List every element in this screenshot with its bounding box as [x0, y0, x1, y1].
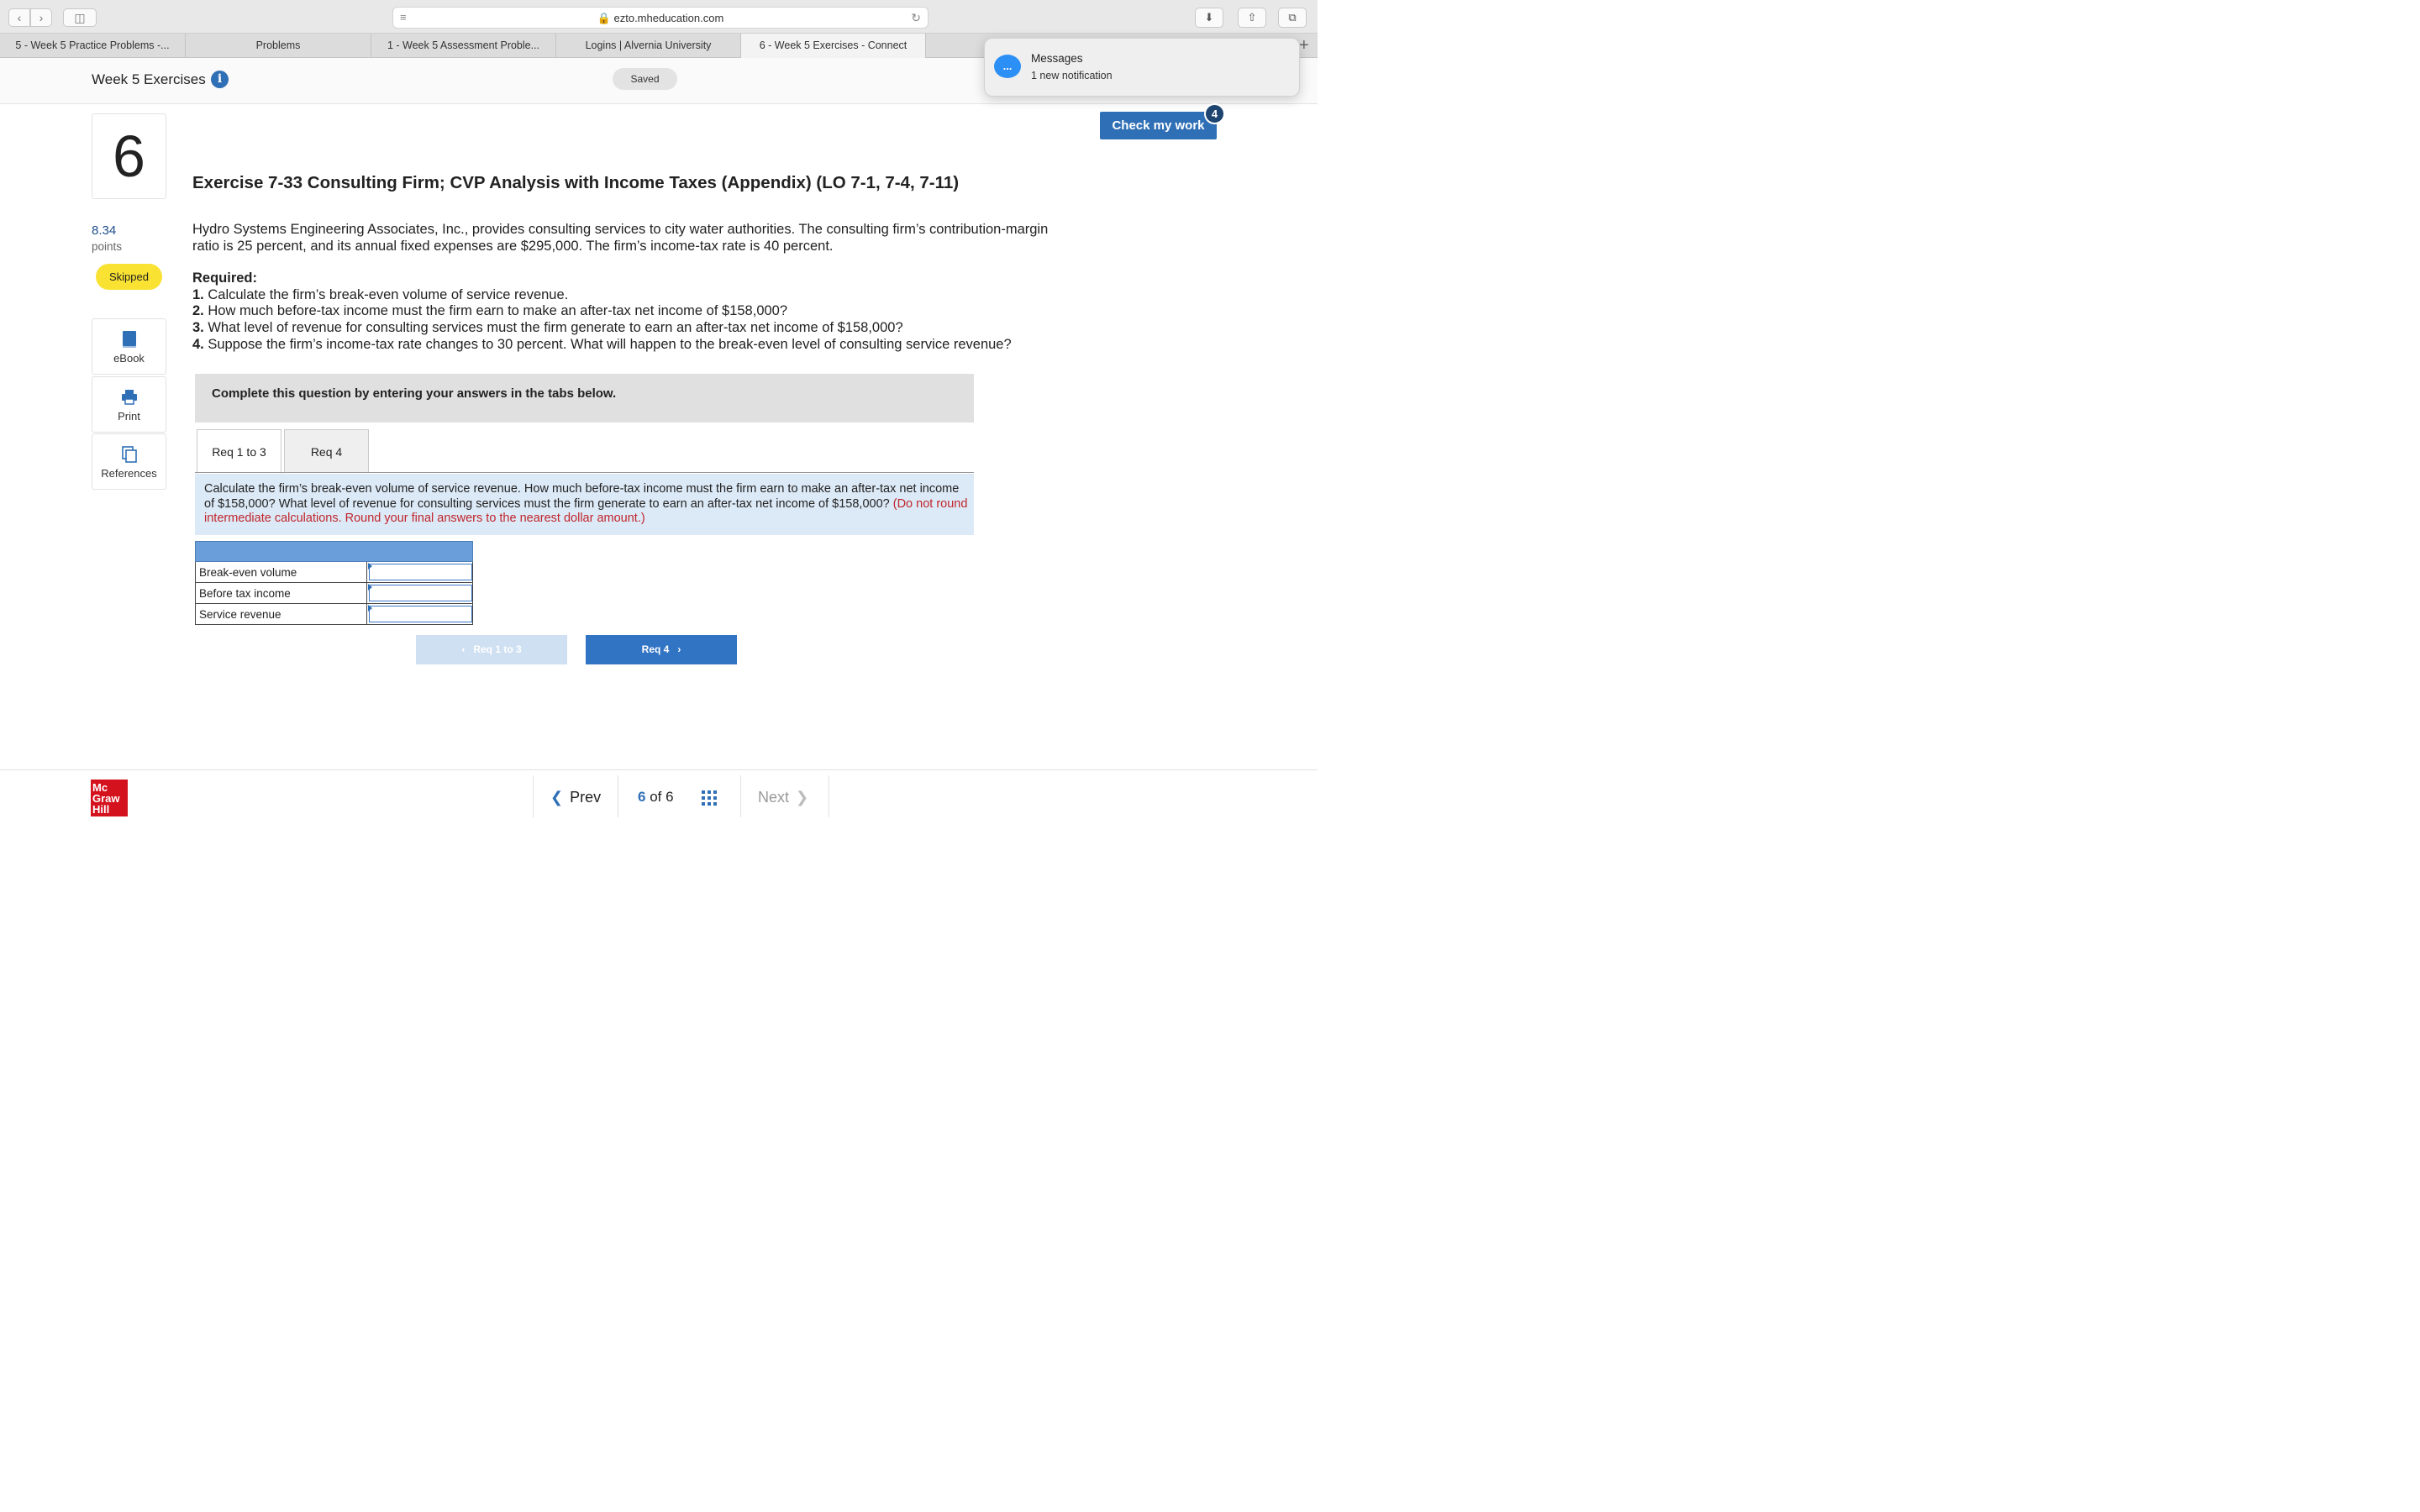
prev-req-button[interactable]: ‹ Req 1 to 3 [416, 635, 567, 664]
check-my-work-button[interactable]: Check my work [1100, 112, 1217, 139]
instructions-text: Complete this question by entering your … [212, 386, 617, 401]
prompt-text: Calculate the firm’s break-even volume o… [204, 482, 969, 527]
new-tab-button[interactable]: + [1299, 36, 1309, 55]
print-button[interactable]: Print [92, 376, 166, 433]
table-row: Before tax income [195, 583, 473, 604]
answer-cell [366, 604, 473, 624]
required-label: Required: [192, 270, 258, 286]
table-row: Service revenue [195, 604, 473, 625]
chevron-left-icon: ‹ [461, 643, 474, 655]
table-row: Break-even volume [195, 562, 473, 583]
required-item: 1. Calculate the firm’s break-even volum… [192, 286, 569, 302]
tab-divider [195, 472, 974, 473]
mcgraw-hill-logo: Mc Graw Hill [91, 780, 128, 816]
total-questions: 6 [666, 789, 674, 805]
references-button[interactable]: References [92, 433, 166, 490]
ebook-button[interactable]: eBook [92, 318, 166, 375]
prev-question-button[interactable]: ❮ Prev [550, 789, 601, 806]
next-req-button[interactable]: Req 4 › [586, 635, 737, 664]
break-even-volume-input[interactable] [369, 564, 472, 580]
row-label: Service revenue [199, 608, 281, 621]
current-question: 6 [638, 789, 646, 805]
ebook-label: eBook [113, 352, 145, 365]
exercise-title: Exercise 7-33 Consulting Firm; CVP Analy… [192, 173, 960, 192]
assignment-title: Week 5 Exercises [92, 71, 206, 87]
required-item: 4. Suppose the firm’s income-tax rate ch… [192, 336, 1012, 352]
printer-icon [121, 390, 137, 405]
points-label: points [92, 240, 123, 253]
forward-button[interactable]: › [30, 8, 52, 27]
cell-flag-icon [368, 605, 372, 612]
browser-tab[interactable]: Logins | Alvernia University [556, 34, 741, 58]
chevron-right-icon: › [669, 643, 681, 655]
sidebar-toggle-icon[interactable]: ◫ [63, 8, 97, 27]
browser-tab[interactable]: 5 - Week 5 Practice Problems -... [0, 34, 186, 58]
prompt-body: Calculate the firm’s break-even volume o… [204, 482, 960, 511]
cell-flag-icon [368, 584, 372, 591]
browser-tab-active[interactable]: 6 - Week 5 Exercises - Connect [741, 34, 926, 58]
instructions-box: Complete this question by entering your … [195, 374, 974, 423]
chevron-left-icon: ❮ [550, 789, 564, 806]
tab-req-1-to-3[interactable]: Req 1 to 3 [197, 429, 281, 474]
divider [533, 775, 534, 817]
book-icon [122, 331, 136, 348]
required-item: 3. What level of revenue for consulting … [192, 320, 903, 336]
download-icon[interactable]: ⬇ [1195, 8, 1223, 28]
print-label: Print [118, 410, 140, 423]
divider [740, 775, 741, 817]
question-intro: Hydro Systems Engineering Associates, In… [192, 222, 1049, 254]
prev-req-label: Req 1 to 3 [473, 643, 522, 655]
next-question-button[interactable]: Next ❯ [758, 789, 808, 806]
question-grid-icon[interactable] [702, 790, 717, 806]
url-value: ezto.mheducation.com [613, 12, 724, 24]
browser-tab[interactable]: 1 - Week 5 Assessment Proble... [371, 34, 556, 58]
footer-nav: Mc Graw Hill ❮ Prev 6 of 6 Next ❯ [0, 769, 1318, 823]
back-button[interactable]: ‹ [8, 8, 30, 27]
messages-notification[interactable]: ... Messages 1 new notification [984, 38, 1300, 97]
answer-cell [366, 562, 473, 582]
info-icon[interactable]: i [211, 71, 229, 88]
browser-toolbar: ‹ › ◫ ≡ 🔒 ezto.mheducation.com ↻ ⬇ ⇧ ⧉ [0, 0, 1318, 34]
answer-table-header [195, 541, 473, 562]
question-pager: 6 of 6 [638, 789, 674, 806]
before-tax-income-input[interactable] [369, 585, 472, 601]
references-icon [121, 446, 137, 463]
url-text: 🔒 ezto.mheducation.com [597, 12, 724, 24]
saved-status: Saved [613, 68, 677, 90]
question-number: 6 [92, 113, 166, 199]
required-list: Required: 1. Calculate the firm’s break-… [192, 270, 1083, 354]
messages-icon: ... [994, 55, 1021, 78]
share-icon[interactable]: ⇧ [1238, 8, 1266, 28]
points-value: 8.34 [92, 223, 117, 238]
tab-req-4[interactable]: Req 4 [284, 429, 369, 473]
browser-tab[interactable]: Problems [186, 34, 371, 58]
notification-title: Messages [1031, 52, 1083, 65]
chevron-right-icon: ❯ [796, 789, 809, 806]
tabs-overview-icon[interactable]: ⧉ [1278, 8, 1307, 28]
next-req-label: Req 4 [641, 643, 670, 655]
reload-icon[interactable]: ↻ [911, 11, 921, 25]
notification-body: 1 new notification [1031, 70, 1113, 81]
prompt-box: Calculate the firm’s break-even volume o… [195, 474, 974, 535]
row-label: Break-even volume [199, 566, 297, 579]
references-label: References [101, 467, 157, 480]
pager-of: of [650, 789, 662, 805]
required-item: 2. How much before-tax income must the f… [192, 303, 788, 319]
prev-label: Prev [570, 789, 602, 806]
next-label: Next [758, 789, 790, 806]
answer-cell [366, 583, 473, 603]
address-bar[interactable]: ≡ 🔒 ezto.mheducation.com ↻ [392, 7, 929, 29]
cell-flag-icon [368, 563, 372, 570]
check-attempts-badge: 4 [1204, 103, 1225, 124]
status-badge: Skipped [96, 264, 162, 290]
service-revenue-input[interactable] [369, 606, 472, 622]
row-label: Before tax income [199, 587, 291, 600]
